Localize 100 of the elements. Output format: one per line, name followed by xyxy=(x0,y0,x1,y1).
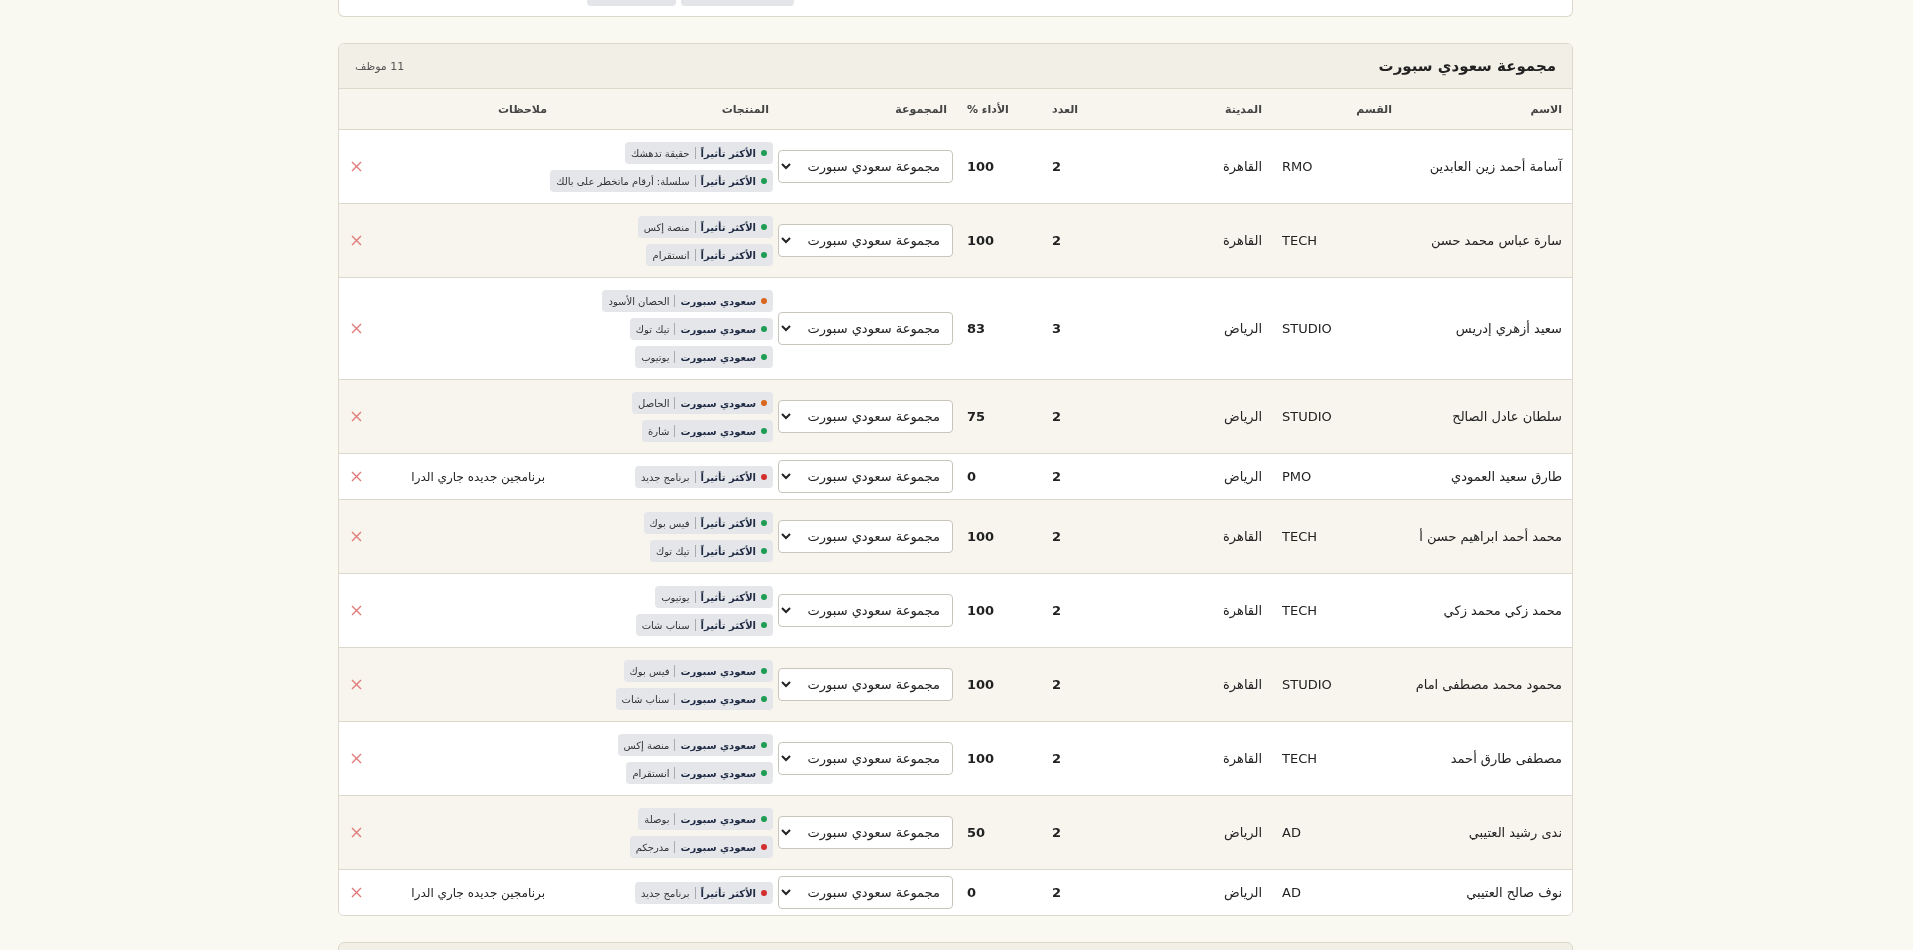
table-cell-text: القاهرة xyxy=(1222,751,1263,766)
note-text: برنامجين جديده جاري الدرا xyxy=(411,885,545,900)
remove-button[interactable] xyxy=(349,529,364,544)
product-tag: الأكثر تأثيراً يوتيوب xyxy=(655,586,773,608)
product-tag: سعودي سبورت شارة xyxy=(641,420,773,442)
table-cell-text: الرياض xyxy=(1222,825,1263,840)
remove-button[interactable] xyxy=(349,159,364,174)
group-select[interactable]: مجموعة سعودي سبورت xyxy=(778,312,953,345)
column-header: القسم xyxy=(1355,102,1393,116)
product-tag: سعودي سبورت الحاصل xyxy=(632,392,773,414)
table-cell-text: القاهرة xyxy=(1222,233,1263,248)
group-select[interactable]: مجموعة سعودي سبورت xyxy=(778,668,953,701)
group-select[interactable]: مجموعة سعودي سبورت xyxy=(778,594,953,627)
product-tag: الأكثر تأثيراً برنامج جديد xyxy=(634,882,773,904)
column-header: الاسم xyxy=(1529,102,1563,116)
remove-button[interactable] xyxy=(349,409,364,424)
remove-button[interactable] xyxy=(349,885,364,900)
table-cell-text: 100 xyxy=(966,529,996,544)
table-cell-text: 2 xyxy=(1051,885,1063,900)
product-tag: الأكثر تأثيراً حقيقة تدهشك xyxy=(625,142,773,164)
group-select[interactable]: مجموعة سعودي سبورت xyxy=(778,150,953,183)
remove-button[interactable] xyxy=(349,603,364,618)
remove-button[interactable] xyxy=(349,825,364,840)
product-tag: الأكثر تأثيراً سلسلة: أرقام ماتخطر على بالك xyxy=(550,170,773,192)
product-tag: سعودي سبورت تيك توك xyxy=(629,318,773,340)
table-cell-text: ندى رشيد العتيبي xyxy=(1467,825,1563,840)
table-cell-text: 2 xyxy=(1051,825,1063,840)
table-cell-text: STUDIO xyxy=(1281,409,1333,424)
table-cell-text: 0 xyxy=(966,469,978,484)
remove-button[interactable] xyxy=(349,321,364,336)
column-header: المدينة xyxy=(1224,102,1263,116)
group-select[interactable]: مجموعة سعودي سبورت xyxy=(778,816,953,849)
column-header: المجموعة xyxy=(894,102,948,116)
product-tag: سعودي سبورت انستقرام xyxy=(626,762,773,784)
group-select[interactable]: مجموعة سعودي سبورت xyxy=(778,400,953,433)
table-cell-text: 3 xyxy=(1051,321,1063,336)
group-select[interactable]: مجموعة سعودي سبورت xyxy=(778,460,953,493)
table-cell-text: 2 xyxy=(1051,677,1063,692)
product-tag: سعودي سبورت بوصلة xyxy=(638,808,773,830)
table-cell-text: 2 xyxy=(1051,469,1063,484)
table-cell-text: الرياض xyxy=(1222,409,1263,424)
table-cell-text: AD xyxy=(1281,885,1302,900)
table-cell-text: 100 xyxy=(966,751,996,766)
table-cell-text: سلطان عادل الصالح xyxy=(1451,409,1563,424)
table-cell-text: القاهرة xyxy=(1222,159,1263,174)
table-cell-text: TECH xyxy=(1281,603,1318,618)
group-select[interactable]: مجموعة سعودي سبورت xyxy=(778,224,953,257)
group-select[interactable]: مجموعة سعودي سبورت xyxy=(778,520,953,553)
remove-button[interactable] xyxy=(349,469,364,484)
product-tag: سعودي سبورت سناب شات xyxy=(615,688,773,710)
product-tag: الأكثر تأثيراً برنامج جديد xyxy=(634,466,773,488)
table-cell-text: محمد زكي محمد زكي xyxy=(1442,603,1563,618)
table-cell-text: 2 xyxy=(1051,409,1063,424)
table-cell-text: الرياض xyxy=(1222,469,1263,484)
table-cell-text: محمد أحمد ابراهيم حسن أ xyxy=(1418,529,1563,544)
table-cell-text: 2 xyxy=(1051,603,1063,618)
product-tag: الأكثر تأثيراً فيس بوك xyxy=(643,512,773,534)
table-cell-text: 50 xyxy=(966,825,987,840)
group-select[interactable]: مجموعة سعودي سبورت xyxy=(778,742,953,775)
table-cell-text: TECH xyxy=(1281,233,1318,248)
product-tag: الأكثر تأثيراً تيك توك xyxy=(649,540,773,562)
table-cell-text: STUDIO xyxy=(1281,677,1333,692)
table-cell-text: 2 xyxy=(1051,159,1063,174)
note-text: برنامجين جديده جاري الدرا xyxy=(411,469,545,484)
remove-button[interactable] xyxy=(349,751,364,766)
table-cell-text: سارة عباس محمد حسن xyxy=(1429,233,1563,248)
table-cell-text: 100 xyxy=(966,677,996,692)
table-cell-text: RMO xyxy=(1281,159,1314,174)
product-tag: الأكثر تأثيراً منصة إكس xyxy=(637,216,773,238)
remove-button[interactable] xyxy=(349,233,364,248)
table-cell-text: 100 xyxy=(966,159,996,174)
table-cell-text: محمود محمد مصطفى امام xyxy=(1414,677,1563,692)
product-tag: سعودي سبورت منصة إكس xyxy=(617,734,773,756)
product-tag: الأكثر تأثيراً سناب شات xyxy=(635,614,773,636)
table-cell-text: 100 xyxy=(966,233,996,248)
table-cell-text: 0 xyxy=(966,885,978,900)
column-header: المنتجات xyxy=(720,102,770,116)
table-cell-text: سعيد أزهري إدريس xyxy=(1454,321,1563,336)
column-header: العدد xyxy=(1051,102,1080,116)
product-tag: سعودي سبورت الحصان الأسود xyxy=(602,290,773,312)
table-cell-text: 100 xyxy=(966,603,996,618)
product-tag: سعودي سبورت مدرجكم xyxy=(629,836,773,858)
table-cell-text: TECH xyxy=(1281,751,1318,766)
table-cell-text: 75 xyxy=(966,409,987,424)
group-title: مجموعة سعودي سبورت xyxy=(1378,57,1556,75)
table-cell-text: مصطفى طارق أحمد xyxy=(1449,751,1563,766)
table-cell-text: STUDIO xyxy=(1281,321,1333,336)
table-cell-text: 2 xyxy=(1051,233,1063,248)
product-tag: سعودي سبورت يوتيوب xyxy=(635,346,773,368)
table-cell-text: TECH xyxy=(1281,529,1318,544)
table-cell-text: طارق سعيد العمودي xyxy=(1450,469,1563,484)
column-header: ملاحظات xyxy=(497,102,548,116)
table-cell-text: القاهرة xyxy=(1222,603,1263,618)
column-header: الأداء % xyxy=(966,102,1010,116)
table-cell-text: AD xyxy=(1281,825,1302,840)
table-cell-text: 2 xyxy=(1051,751,1063,766)
table-cell-text: الرياض xyxy=(1222,885,1263,900)
group-select[interactable]: مجموعة سعودي سبورت xyxy=(778,876,953,909)
table-cell-text: PMO xyxy=(1281,469,1313,484)
remove-button[interactable] xyxy=(349,677,364,692)
